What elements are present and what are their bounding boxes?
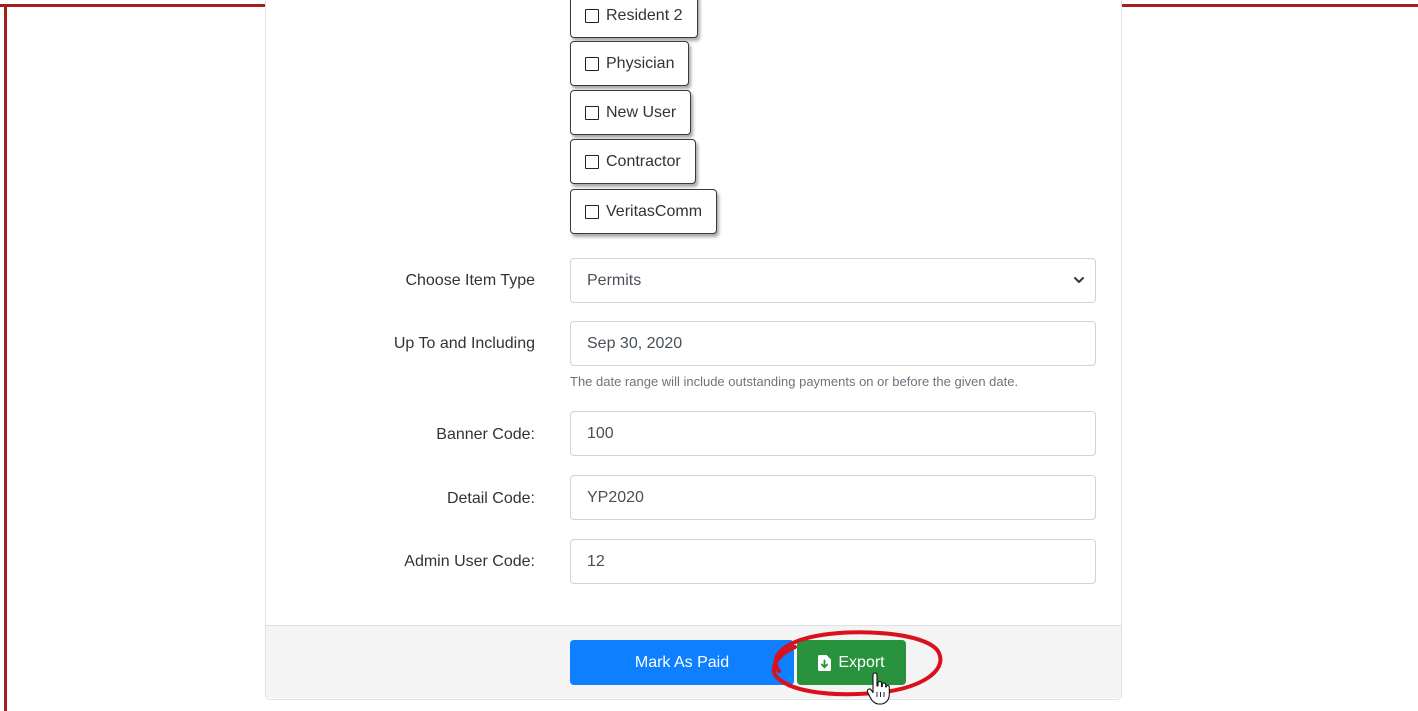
role-label: VeritasComm [606,202,703,220]
checkbox-icon [585,154,599,169]
admin-user-code-input[interactable]: 12 [570,539,1096,584]
checkbox-icon [585,204,599,219]
role-checkbox-contractor[interactable]: Contractor [570,139,696,184]
role-checkbox-veritascomm[interactable]: VeritasComm [570,189,718,234]
banner-code-label: Banner Code: [436,426,535,443]
role-checkbox-physician[interactable]: Physician [570,41,690,86]
frame-left-border [4,4,7,711]
chevron-down-icon [1074,277,1084,283]
checkbox-icon [585,8,599,23]
date-label: Up To and Including [393,335,535,352]
detail-code-input[interactable]: YP2020 [570,475,1096,520]
file-download-icon [818,654,832,671]
role-checkbox-new-user[interactable]: New User [570,90,692,135]
item-type-select[interactable]: Permits [570,258,1096,303]
item-type-label: Choose Item Type [405,272,535,289]
admin-user-code-value: 12 [587,552,605,570]
export-label: Export [838,653,885,671]
mark-as-paid-button[interactable]: Mark As Paid [570,640,794,685]
checkbox-icon [585,56,599,71]
date-input[interactable]: Sep 30, 2020 [570,321,1096,366]
export-button[interactable]: Export [797,640,906,685]
role-checkbox-resident-2[interactable]: Resident 2 [570,0,698,38]
role-label: Resident 2 [606,6,683,24]
detail-code-value: YP2020 [587,488,644,506]
item-type-value: Permits [587,271,642,289]
date-help-text: The date range will include outstanding … [570,374,1019,389]
admin-user-code-label: Admin User Code: [404,553,535,570]
role-label: New User [606,103,677,121]
role-label: Physician [606,54,675,72]
banner-code-value: 100 [587,424,614,442]
role-label: Contractor [606,152,681,170]
checkbox-icon [585,105,599,120]
detail-code-label: Detail Code: [446,490,535,507]
banner-code-input[interactable]: 100 [570,411,1096,456]
date-value: Sep 30, 2020 [587,334,683,352]
